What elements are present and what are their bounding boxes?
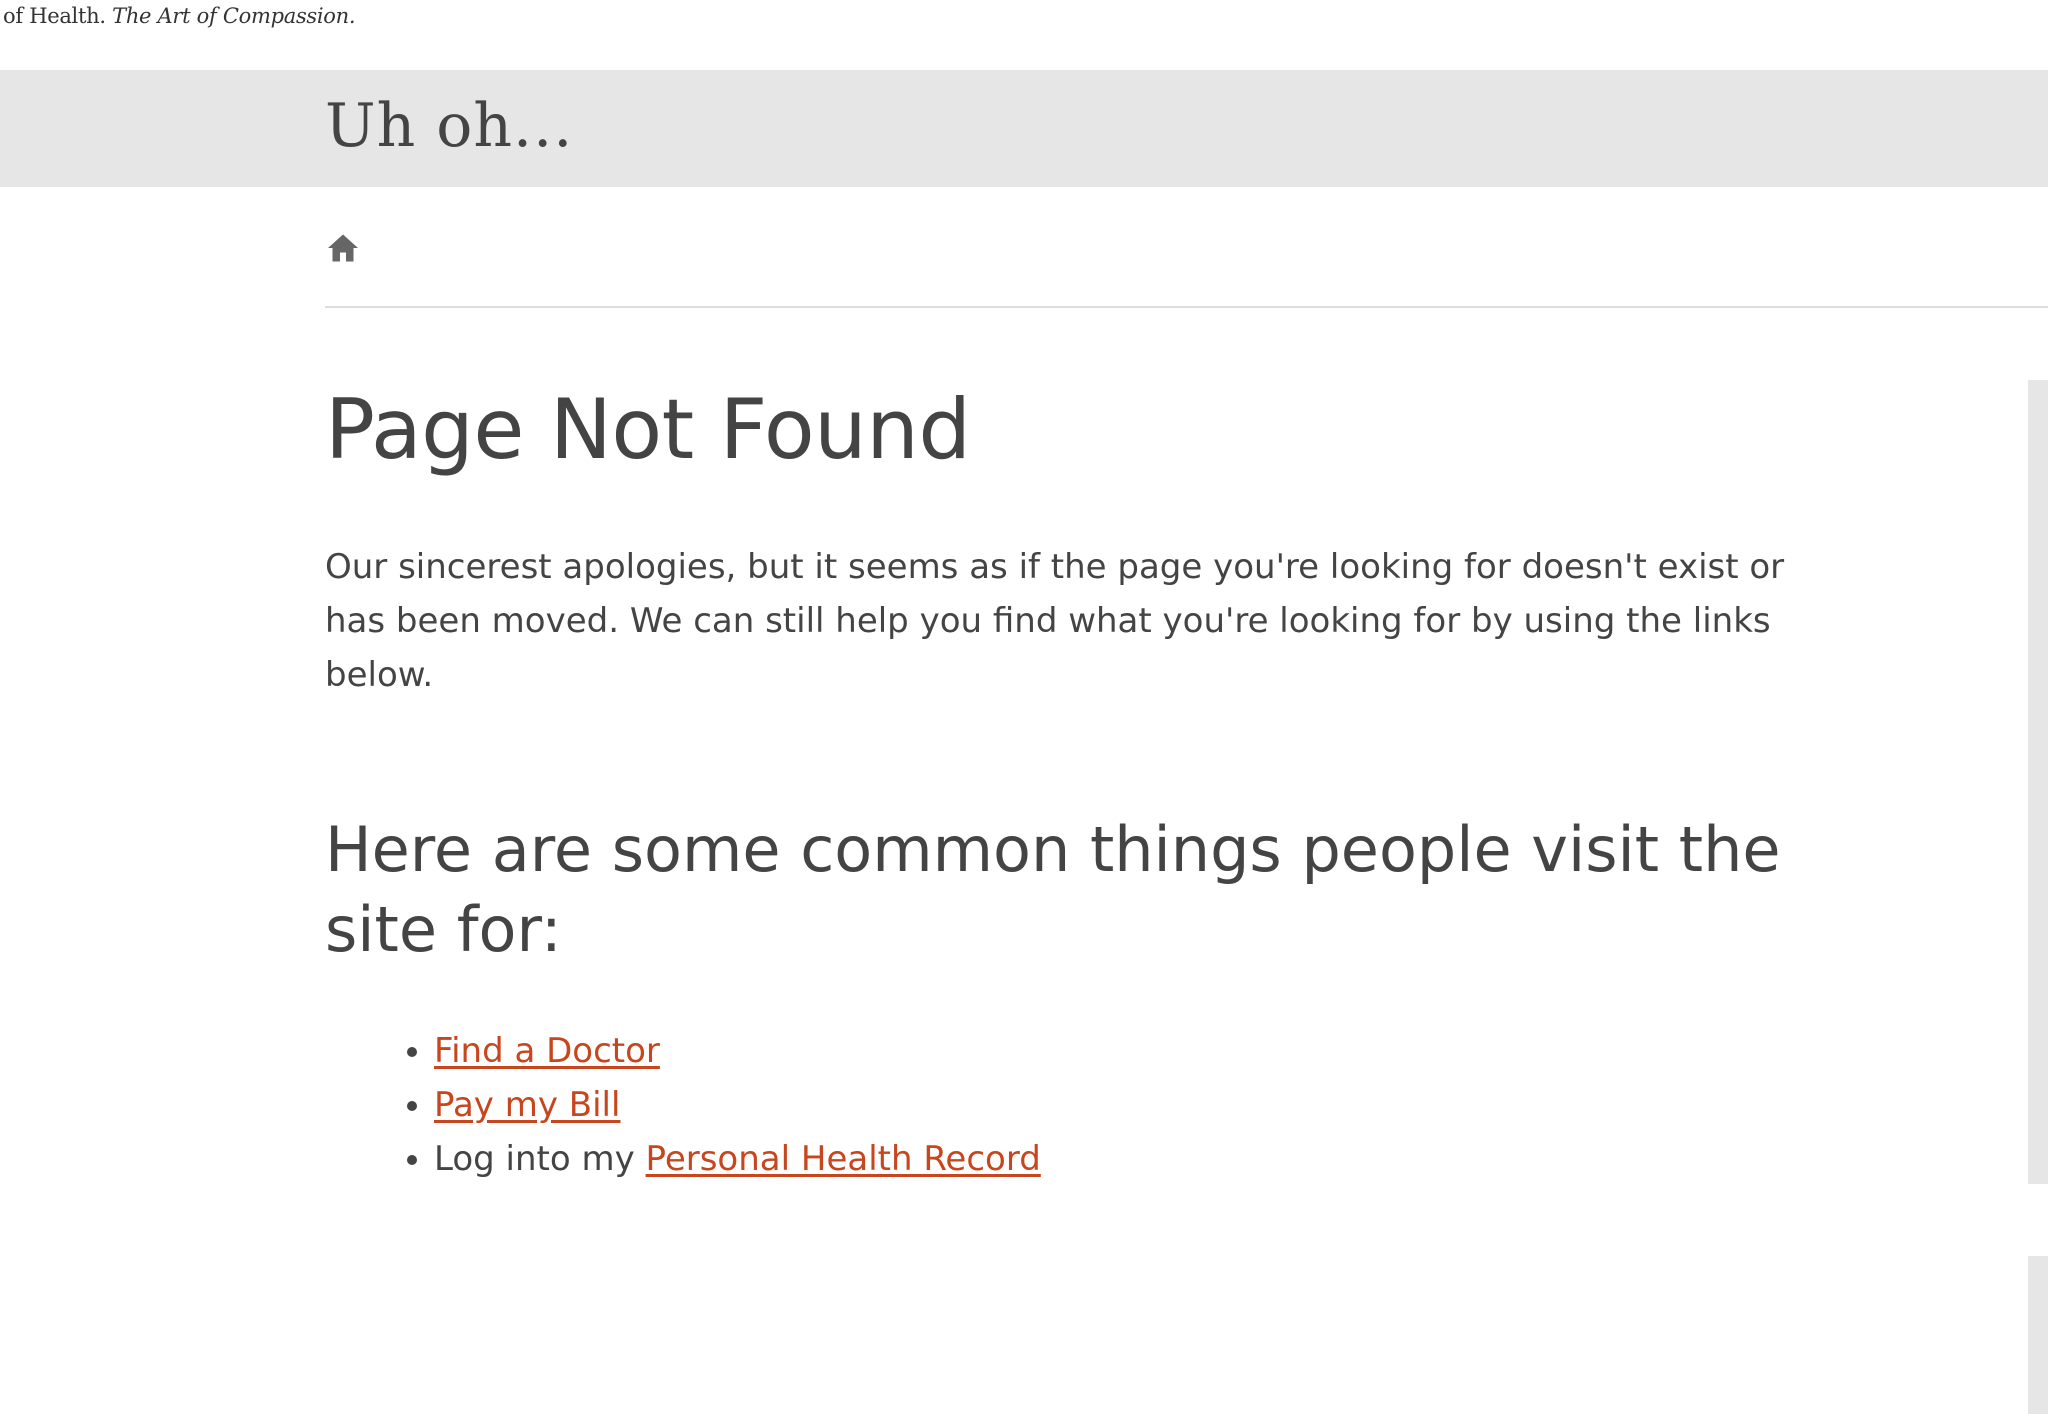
breadcrumb (325, 228, 2048, 308)
tagline-italic: The Art of Compassion. (112, 4, 356, 28)
link-prefix: Log into my (434, 1139, 646, 1179)
find-a-doctor-link[interactable]: Find a Doctor (434, 1031, 660, 1071)
page-title: Page Not Found (325, 381, 971, 478)
tagline-prefix: of Health. (3, 4, 106, 28)
banner-title: Uh oh... (325, 91, 574, 161)
list-item: Find a Doctor (434, 1024, 1041, 1078)
scrollbar-track[interactable] (2028, 380, 2048, 1184)
list-item: Pay my Bill (434, 1078, 1041, 1132)
intro-text: Our sincerest apologies, but it seems as… (325, 547, 1785, 695)
common-links-heading: Here are some common things people visit… (325, 813, 1781, 966)
site-tagline: of Health. The Art of Compassion. (3, 4, 356, 28)
list-item: Log into my Personal Health Record (434, 1132, 1041, 1186)
home-icon[interactable] (325, 230, 361, 266)
personal-health-record-link[interactable]: Personal Health Record (646, 1139, 1041, 1179)
pay-my-bill-link[interactable]: Pay my Bill (434, 1085, 620, 1125)
scrollbar-track-lower[interactable] (2028, 1256, 2048, 1414)
common-links-list: Find a Doctor Pay my Bill Log into my Pe… (325, 1024, 1041, 1186)
page-banner: Uh oh... (0, 70, 2048, 187)
